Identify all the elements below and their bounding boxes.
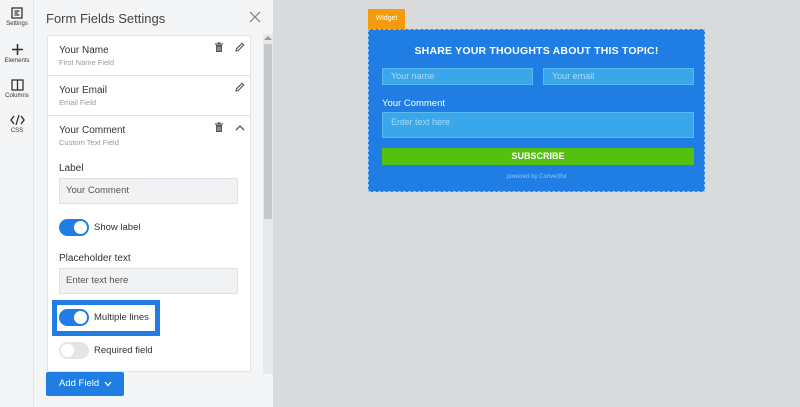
scroll-up-arrow[interactable] [264, 36, 272, 40]
widget-tag[interactable]: Widget [368, 9, 405, 29]
chevron-down-icon [104, 381, 112, 387]
add-field-label: Add Field [59, 378, 100, 389]
label-input[interactable]: Your Comment [59, 178, 238, 204]
widget-title: SHARE YOUR THOUGHTS ABOUT THIS TOPIC! [414, 45, 659, 57]
panel-scrollbar[interactable] [263, 34, 273, 374]
multiple-lines-toggle[interactable] [59, 309, 89, 326]
powered-by[interactable]: powered by Convertful [369, 174, 704, 180]
rail-elements[interactable]: Elements [0, 43, 34, 65]
columns-icon [10, 79, 24, 91]
required-field-text: Required field [94, 345, 153, 356]
plus-icon [11, 44, 23, 55]
field-item-comment[interactable]: Your Comment Custom Text Field Label You… [48, 116, 250, 371]
fields-list: Your Name First Name Field Your Email Em… [47, 35, 251, 372]
panel-title: Form Fields Settings [46, 11, 166, 26]
pencil-icon[interactable] [235, 82, 245, 92]
field-name: Your Comment [59, 125, 126, 136]
field-item-email[interactable]: Your Email Email Field [48, 76, 250, 116]
toggle-knob [74, 311, 87, 324]
toggle-knob [74, 221, 87, 234]
rail-settings[interactable]: Settings [0, 7, 34, 28]
pencil-icon[interactable] [235, 42, 245, 52]
show-label-toggle[interactable] [59, 219, 89, 236]
settings-icon [11, 7, 23, 19]
comment-label: Your Comment [382, 98, 446, 109]
subscribe-widget[interactable]: SHARE YOUR THOUGHTS ABOUT THIS TOPIC! Yo… [368, 29, 705, 192]
multiple-lines-text: Multiple lines [94, 312, 149, 323]
field-name: Your Name [59, 45, 109, 56]
email-input[interactable]: Your email [543, 68, 694, 85]
code-icon [9, 114, 25, 126]
comment-textarea[interactable]: Enter text here [382, 112, 694, 138]
rail-css-label: CSS [10, 128, 24, 134]
add-field-button[interactable]: Add Field [46, 372, 124, 396]
show-label-text: Show label [94, 222, 141, 233]
rail-columns-label: Columns [5, 93, 29, 99]
scroll-thumb[interactable] [264, 44, 272, 219]
chevron-up-icon[interactable] [235, 124, 245, 131]
field-item-name[interactable]: Your Name First Name Field [48, 36, 250, 76]
form-fields-panel: Form Fields Settings Your Name First Nam… [34, 0, 273, 407]
field-type: Email Field [59, 98, 97, 107]
field-type: Custom Text Field [59, 138, 119, 147]
close-icon[interactable] [249, 11, 261, 23]
field-name: Your Email [59, 85, 107, 96]
rail-css[interactable]: CSS [0, 114, 34, 135]
toggle-knob [61, 344, 74, 357]
left-toolbar: Settings Elements Columns CSS [0, 0, 34, 407]
placeholder-input[interactable]: Enter text here [59, 268, 238, 294]
name-input[interactable]: Your name [382, 68, 533, 85]
placeholder-heading: Placeholder text [59, 253, 131, 264]
rail-columns[interactable]: Columns [0, 79, 34, 100]
trash-icon[interactable] [214, 42, 224, 53]
label-heading: Label [59, 163, 84, 174]
required-field-toggle[interactable] [59, 342, 89, 359]
subscribe-button[interactable]: SUBSCRIBE [382, 148, 694, 165]
trash-icon[interactable] [214, 122, 224, 133]
field-type: First Name Field [59, 58, 115, 67]
rail-settings-label: Settings [6, 21, 28, 27]
rail-elements-label: Elements [4, 58, 30, 64]
